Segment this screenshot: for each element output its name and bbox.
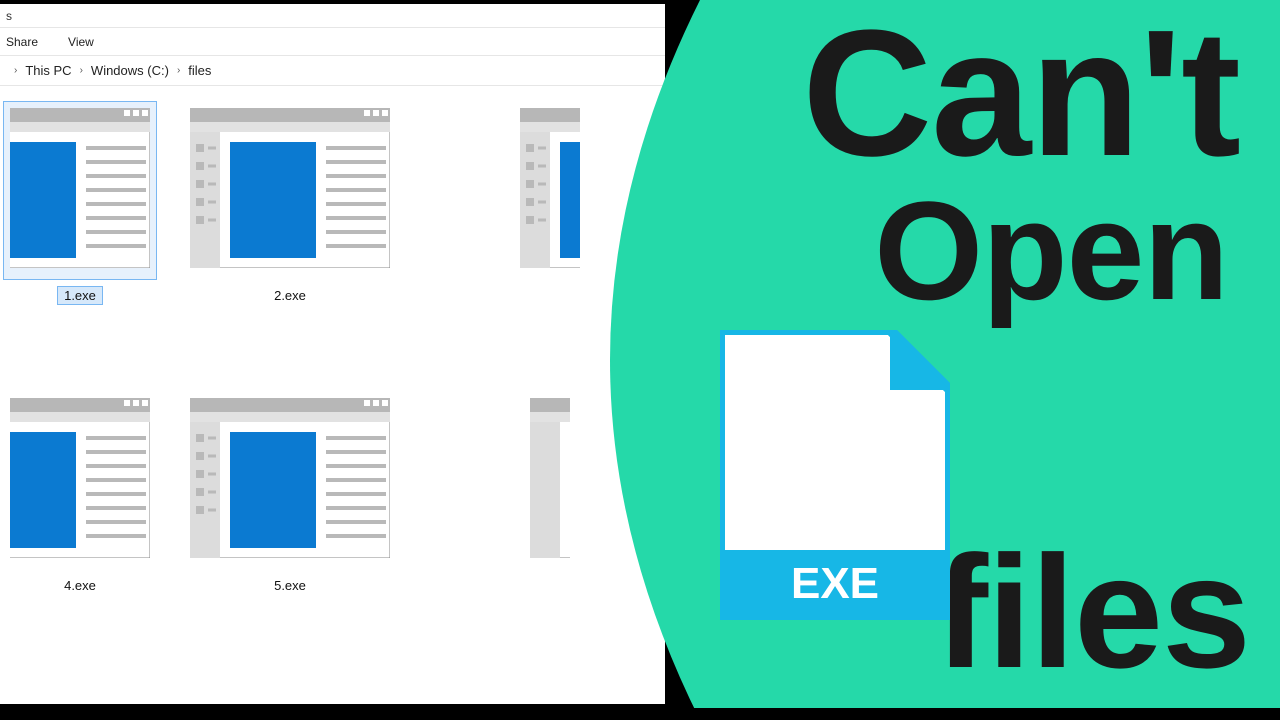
address-bar[interactable]: › This PC › Windows (C:) › files — [0, 56, 665, 86]
file-name: 5.exe — [268, 577, 312, 594]
overlay-title-2: Open — [874, 170, 1228, 332]
file-item[interactable]: 2.exe — [160, 96, 420, 386]
ribbon: Share View — [0, 28, 665, 56]
overlay-panel: Can't Open files EXE — [580, 0, 1280, 720]
file-item[interactable]: 4.exe — [0, 386, 160, 676]
breadcrumb-drive[interactable]: Windows (C:) — [91, 63, 169, 78]
exe-label: EXE — [791, 559, 879, 608]
file-name: 2.exe — [268, 287, 312, 304]
file-explorer-window: s Share View › This PC › Windows (C:) › … — [0, 4, 665, 704]
tab-view[interactable]: View — [68, 35, 94, 49]
title-suffix: s — [6, 9, 12, 23]
chevron-right-icon: › — [80, 65, 83, 76]
chevron-right-icon: › — [14, 65, 17, 76]
tab-share[interactable]: Share — [6, 35, 38, 49]
exe-thumbnail-icon — [514, 102, 586, 279]
breadcrumb-thispc[interactable]: This PC — [25, 63, 71, 78]
overlay-title-1: Can't — [802, 0, 1240, 197]
chevron-right-icon: › — [177, 65, 180, 76]
folder-view[interactable]: 1.exe — [0, 86, 665, 676]
exe-thumbnail-icon — [184, 392, 396, 569]
file-name — [544, 577, 556, 579]
exe-thumbnail-icon — [524, 392, 576, 569]
bottom-black-bar — [0, 708, 1280, 720]
breadcrumb-folder[interactable]: files — [188, 63, 211, 78]
exe-thumbnail-icon — [4, 392, 156, 569]
title-bar: s — [0, 4, 665, 28]
exe-thumbnail-icon — [4, 102, 156, 279]
file-name: 1.exe — [58, 287, 102, 304]
overlay-title-3: files — [935, 520, 1250, 704]
file-item[interactable]: 1.exe — [0, 96, 160, 386]
exe-thumbnail-icon — [184, 102, 396, 279]
file-name — [544, 287, 556, 289]
file-item[interactable]: 5.exe — [160, 386, 420, 676]
file-name: 4.exe — [58, 577, 102, 594]
